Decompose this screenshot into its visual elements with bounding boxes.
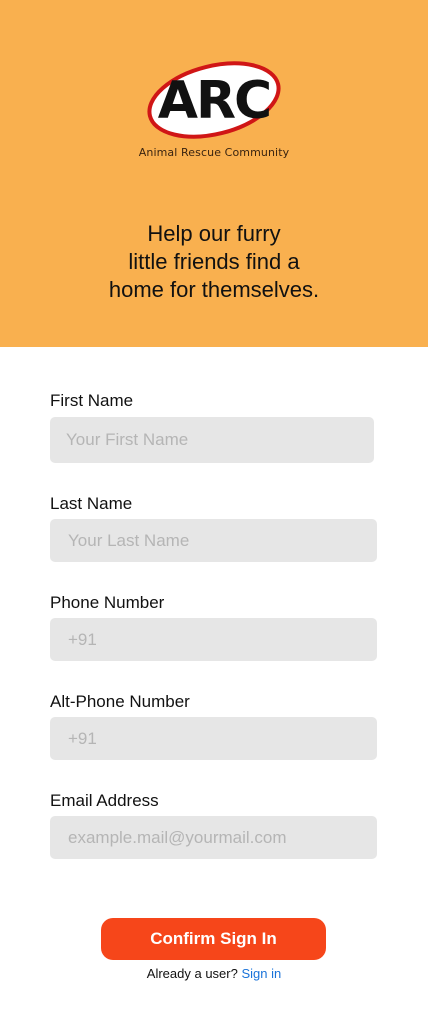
confirm-sign-in-button[interactable]: Confirm Sign In	[101, 918, 326, 960]
sign-in-prompt: Already a user? Sign in	[0, 966, 428, 981]
last-name-label: Last Name	[50, 494, 133, 513]
header-banner: ARC Animal Rescue Community Help our fur…	[0, 0, 428, 347]
logo-text: ARC	[158, 71, 270, 131]
logo-tagline: Animal Rescue Community	[138, 146, 290, 159]
hero-tagline-line: Help our furry	[147, 221, 281, 246]
hero-tagline-line: home for themselves.	[108, 277, 320, 302]
arc-logo: ARC Animal Rescue Community	[138, 58, 290, 168]
phone-number-input[interactable]	[50, 618, 377, 661]
last-name-input[interactable]	[50, 519, 377, 562]
alt-phone-number-input[interactable]	[50, 717, 377, 760]
first-name-label: First Name	[50, 391, 134, 410]
phone-number-label: Phone Number	[50, 593, 165, 612]
email-address-label: Email Address	[50, 791, 159, 810]
logo-emblem-icon: ARC	[147, 61, 281, 139]
hero-tagline: Help our furry little friends find a hom…	[64, 220, 364, 304]
already-user-text: Already a user?	[146, 966, 238, 981]
hero-tagline-line: little friends find a	[128, 249, 300, 274]
first-name-input[interactable]	[50, 417, 374, 463]
email-address-input[interactable]	[50, 816, 377, 859]
alt-phone-number-label: Alt-Phone Number	[50, 692, 190, 711]
sign-in-link[interactable]: Sign in	[241, 966, 281, 981]
